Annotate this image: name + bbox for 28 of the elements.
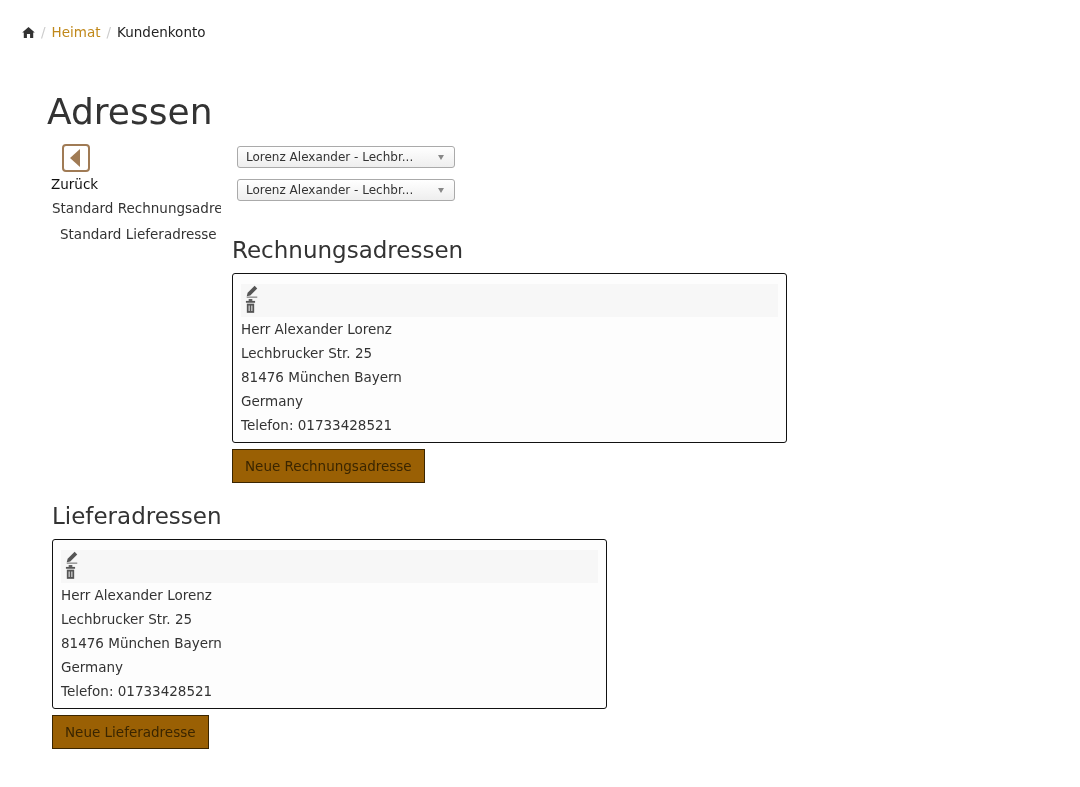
trash-icon[interactable] bbox=[245, 298, 256, 313]
address-line: Lechbrucker Str. 25 bbox=[61, 610, 194, 629]
address-line: Herr Alexander Lorenz bbox=[61, 586, 213, 605]
address-line: Germany bbox=[241, 392, 305, 411]
address-select[interactable]: Lorenz Alexander - Lechbr... bbox=[237, 146, 455, 168]
address-line: Herr Alexander Lorenz bbox=[241, 320, 393, 339]
address-line: 81476 München Bayern bbox=[241, 368, 403, 387]
section-heading: Lieferadressen bbox=[52, 503, 223, 529]
page-title: Adressen bbox=[47, 90, 214, 134]
home-icon[interactable] bbox=[22, 26, 35, 38]
address-line: Lechbrucker Str. 25 bbox=[241, 344, 374, 363]
pencil-icon[interactable] bbox=[65, 550, 79, 564]
address-line: Telefon: 01733428521 bbox=[241, 416, 394, 435]
section-heading: Rechnungsadressen bbox=[232, 237, 465, 263]
breadcrumb-separator: / bbox=[41, 24, 46, 40]
pencil-icon[interactable] bbox=[245, 284, 259, 298]
breadcrumb-separator: / bbox=[106, 24, 112, 40]
back-link[interactable]: Zurück bbox=[51, 176, 99, 192]
address-select[interactable]: Lorenz Alexander - Lechbr... bbox=[237, 179, 455, 201]
address-line: Telefon: 01733428521 bbox=[61, 682, 214, 701]
breadcrumb-current: Kundenkonto bbox=[117, 24, 206, 40]
address-line: Germany bbox=[61, 658, 125, 677]
trash-icon[interactable] bbox=[65, 564, 76, 579]
address-line: 81476 München Bayern bbox=[61, 634, 223, 653]
caret-icon bbox=[438, 154, 444, 160]
sidebar-link[interactable]: Standard Rechnungsadre bbox=[52, 198, 221, 218]
caret-icon bbox=[438, 187, 444, 193]
sidebar-link[interactable]: Standard Lieferadresse bbox=[60, 224, 217, 244]
